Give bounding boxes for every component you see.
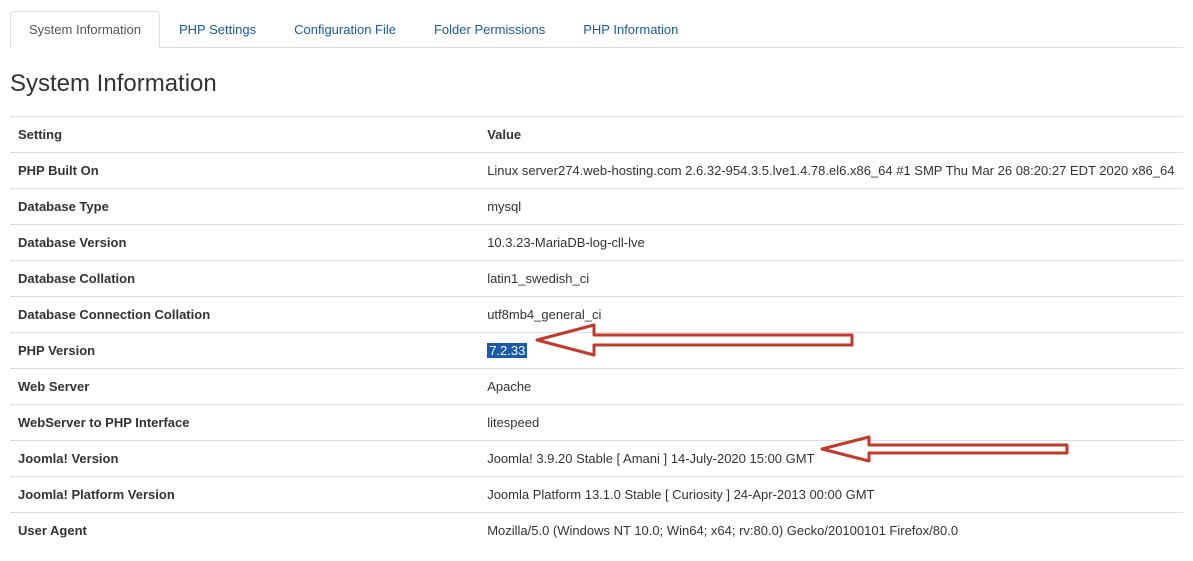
setting-cell: PHP Built On [10,153,479,189]
value-cell: Mozilla/5.0 (Windows NT 10.0; Win64; x64… [479,513,1183,549]
tabs-nav: System Information PHP Settings Configur… [10,10,1183,48]
value-text: Linux server274.web-hosting.com 2.6.32-9… [487,163,1174,178]
value-text: 10.3.23-MariaDB-log-cll-lve [487,235,645,250]
value-cell: utf8mb4_general_ci [479,297,1183,333]
value-cell: 10.3.23-MariaDB-log-cll-lve [479,225,1183,261]
value-text: utf8mb4_general_ci [487,307,601,322]
tab-configuration-file[interactable]: Configuration File [275,11,415,48]
table-row: Database Type mysql [10,189,1183,225]
page-title: System Information [10,70,1183,98]
setting-cell: Web Server [10,369,479,405]
value-text: Apache [487,379,531,394]
table-row: Joomla! Version Joomla! 3.9.20 Stable [ A… [10,441,1183,477]
tab-folder-permissions[interactable]: Folder Permissions [415,11,564,48]
table-row: PHP Built On Linux server274.web-hosting.… [10,153,1183,189]
setting-cell: Database Type [10,189,479,225]
value-cell: mysql [479,189,1183,225]
setting-cell: WebServer to PHP Interface [10,405,479,441]
table-row: Database Version 10.3.23-MariaDB-log-cll-… [10,225,1183,261]
system-info-table: Setting Value PHP Built On Linux server27… [10,116,1183,548]
setting-cell: Database Version [10,225,479,261]
table-row: Joomla! Platform Version Joomla Platform … [10,477,1183,513]
value-text: Joomla Platform 13.1.0 Stable [ Curiosit… [487,487,874,502]
value-cell: Apache [479,369,1183,405]
value-cell: Linux server274.web-hosting.com 2.6.32-9… [479,153,1183,189]
highlighted-value: 7.2.33 [487,343,527,358]
setting-cell: User Agent [10,513,479,549]
tab-php-information[interactable]: PHP Information [564,11,697,48]
table-row: PHP Version 7.2.33 [10,333,1183,369]
setting-cell: Database Connection Collation [10,297,479,333]
value-text: mysql [487,199,521,214]
value-text: Mozilla/5.0 (Windows NT 10.0; Win64; x64… [487,523,958,538]
value-cell: 7.2.33 [479,333,1183,369]
value-cell: latin1_swedish_ci [479,261,1183,297]
value-cell: Joomla! 3.9.20 Stable [ Amani ] 14-July-… [479,441,1183,477]
table-row: Database Collation latin1_swedish_ci [10,261,1183,297]
table-row: User Agent Mozilla/5.0 (Windows NT 10.0; … [10,513,1183,549]
col-header-value: Value [479,117,1183,153]
table-row: Web Server Apache [10,369,1183,405]
setting-cell: Database Collation [10,261,479,297]
setting-cell: Joomla! Version [10,441,479,477]
setting-cell: PHP Version [10,333,479,369]
value-cell: Joomla Platform 13.1.0 Stable [ Curiosit… [479,477,1183,513]
value-text: Joomla! 3.9.20 Stable [ Amani ] 14-July-… [487,451,814,466]
value-text: latin1_swedish_ci [487,271,589,286]
value-cell: litespeed [479,405,1183,441]
value-text: litespeed [487,415,539,430]
table-row: WebServer to PHP Interface litespeed [10,405,1183,441]
col-header-setting: Setting [10,117,479,153]
setting-cell: Joomla! Platform Version [10,477,479,513]
tab-system-information[interactable]: System Information [10,11,160,48]
table-row: Database Connection Collation utf8mb4_gen… [10,297,1183,333]
tab-php-settings[interactable]: PHP Settings [160,11,275,48]
